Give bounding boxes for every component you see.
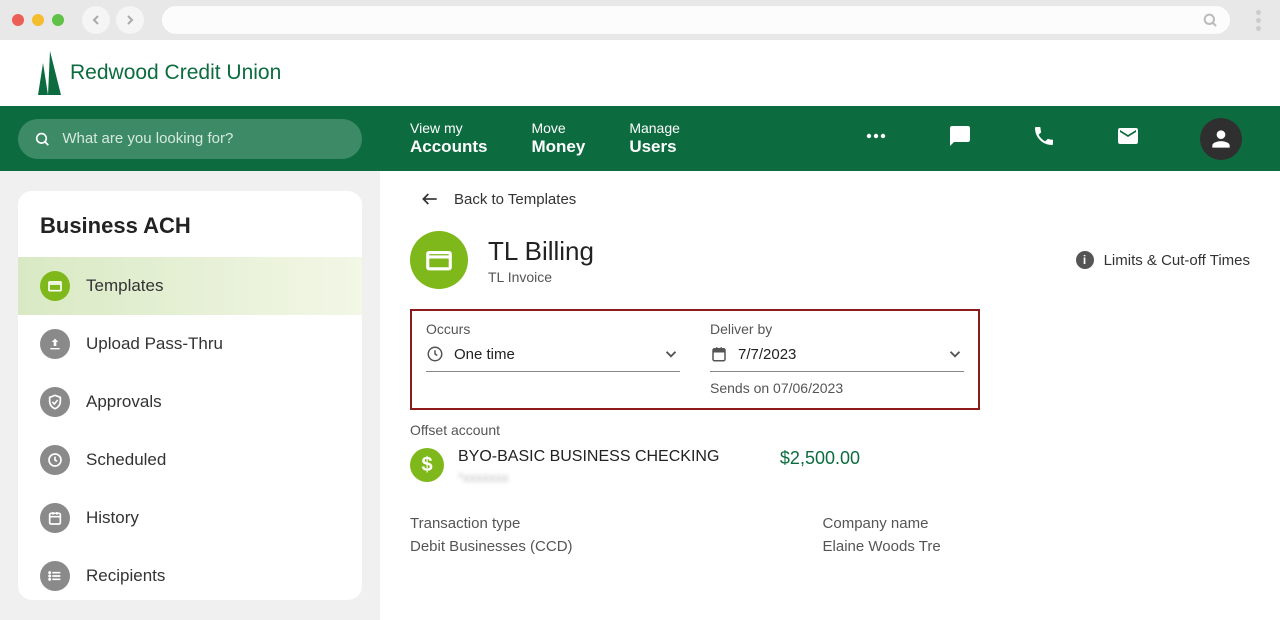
content: Back to Templates TL Billing TL Invoice … — [380, 171, 1280, 620]
sidebar-list: Templates Upload Pass-Thru Approvals — [18, 257, 362, 600]
back-label: Back to Templates — [454, 191, 576, 208]
nav-accounts[interactable]: View my Accounts — [410, 120, 487, 157]
limits-label: Limits & Cut-off Times — [1104, 252, 1250, 269]
window-controls — [12, 14, 64, 26]
offset-account-row: $ BYO-BASIC BUSINESS CHECKING *xxxxxxx $… — [410, 448, 1250, 485]
company-name-label: Company name — [823, 515, 941, 532]
person-icon — [1208, 126, 1234, 152]
minimize-window-button[interactable] — [32, 14, 44, 26]
occurs-field: Occurs One time — [426, 321, 680, 396]
search-icon — [1202, 12, 1218, 28]
sidebar-card: Business ACH Templates Upload Pass-Thru — [18, 191, 362, 600]
schedule-highlight-box: Occurs One time Deliver by 7/7/2023 Send… — [410, 309, 980, 410]
sidebar-item-recipients[interactable]: Recipients — [18, 547, 362, 600]
sidebar-item-templates[interactable]: Templates — [18, 257, 362, 315]
offset-texts: BYO-BASIC BUSINESS CHECKING *xxxxxxx — [458, 448, 719, 485]
maximize-window-button[interactable] — [52, 14, 64, 26]
forward-arrow-icon[interactable] — [116, 6, 144, 34]
sidebar-item-label: History — [86, 508, 139, 528]
shield-check-icon — [40, 387, 70, 417]
sidebar-item-label: Templates — [86, 276, 163, 296]
details-row: Transaction type Debit Businesses (CCD) … — [410, 515, 1250, 555]
page-subtitle: TL Invoice — [488, 269, 594, 285]
dollar-icon: $ — [410, 448, 444, 482]
back-to-templates[interactable]: Back to Templates — [420, 189, 1250, 209]
chevron-down-icon — [662, 345, 680, 363]
search-input[interactable] — [62, 130, 346, 147]
chat-icon[interactable] — [948, 124, 972, 153]
mail-icon[interactable] — [1116, 124, 1140, 153]
topbar-icons — [864, 118, 1262, 160]
deliver-label: Deliver by — [710, 321, 964, 337]
deliver-value: 7/7/2023 — [738, 346, 796, 363]
search-box[interactable] — [18, 119, 362, 159]
page-title: TL Billing — [488, 236, 594, 267]
back-arrow-icon[interactable] — [82, 6, 110, 34]
sidebar-title: Business ACH — [18, 191, 362, 257]
template-header: TL Billing TL Invoice i Limits & Cut-off… — [410, 231, 1250, 289]
sidebar-item-approvals[interactable]: Approvals — [18, 373, 362, 431]
clock-icon — [426, 345, 444, 363]
logo-area: Redwood Credit Union — [0, 40, 1280, 106]
calendar-icon — [710, 345, 728, 363]
sidebar-item-upload[interactable]: Upload Pass-Thru — [18, 315, 362, 373]
calendar-icon — [40, 503, 70, 533]
company-name-value: Elaine Woods Tre — [823, 538, 941, 555]
tree-icon — [34, 49, 62, 97]
template-titles: TL Billing TL Invoice — [488, 236, 594, 285]
sidebar-item-label: Approvals — [86, 392, 162, 412]
main-nav: View my Accounts Move Money Manage Users — [410, 120, 680, 157]
occurs-value: One time — [454, 346, 515, 363]
clock-icon — [40, 445, 70, 475]
deliver-field: Deliver by 7/7/2023 Sends on 07/06/2023 — [710, 321, 964, 396]
sidebar-item-label: Scheduled — [86, 450, 166, 470]
offset-account-mask: *xxxxxxx — [458, 470, 719, 485]
occurs-label: Occurs — [426, 321, 680, 337]
avatar[interactable] — [1200, 118, 1242, 160]
nav-money[interactable]: Move Money — [531, 120, 585, 157]
sidebar-item-history[interactable]: History — [18, 489, 362, 547]
limits-link[interactable]: i Limits & Cut-off Times — [1076, 251, 1250, 269]
topbar: View my Accounts Move Money Manage Users — [0, 106, 1280, 171]
info-icon: i — [1076, 251, 1094, 269]
deliver-date-select[interactable]: 7/7/2023 — [710, 341, 964, 372]
close-window-button[interactable] — [12, 14, 24, 26]
arrow-left-icon — [420, 189, 440, 209]
sidebar-wrapper: Business ACH Templates Upload Pass-Thru — [0, 171, 380, 620]
logo[interactable]: Redwood Credit Union — [34, 49, 281, 97]
url-bar[interactable] — [162, 6, 1230, 34]
more-icon[interactable] — [864, 124, 888, 153]
offset-account-name: BYO-BASIC BUSINESS CHECKING — [458, 448, 719, 466]
offset-label: Offset account — [410, 422, 1250, 438]
phone-icon[interactable] — [1032, 124, 1056, 153]
browser-chrome — [0, 0, 1280, 40]
main-layout: Business ACH Templates Upload Pass-Thru — [0, 171, 1280, 620]
list-icon — [40, 561, 70, 591]
sidebar-item-label: Recipients — [86, 566, 165, 586]
sidebar-item-label: Upload Pass-Thru — [86, 334, 223, 354]
browser-menu-icon[interactable] — [1248, 10, 1268, 31]
transaction-type-value: Debit Businesses (CCD) — [410, 538, 573, 555]
search-icon — [34, 130, 50, 148]
nav-users[interactable]: Manage Users — [629, 120, 680, 157]
logo-text: Redwood Credit Union — [70, 61, 281, 85]
browser-nav-arrows — [82, 6, 144, 34]
transaction-type-block: Transaction type Debit Businesses (CCD) — [410, 515, 573, 555]
company-name-block: Company name Elaine Woods Tre — [823, 515, 941, 555]
upload-icon — [40, 329, 70, 359]
sidebar-item-scheduled[interactable]: Scheduled — [18, 431, 362, 489]
transaction-type-label: Transaction type — [410, 515, 573, 532]
sends-on-hint: Sends on 07/06/2023 — [710, 380, 964, 396]
offset-amount: $2,500.00 — [780, 448, 1250, 469]
chevron-down-icon — [946, 345, 964, 363]
occurs-select[interactable]: One time — [426, 341, 680, 372]
folder-icon — [410, 231, 468, 289]
folder-icon — [40, 271, 70, 301]
